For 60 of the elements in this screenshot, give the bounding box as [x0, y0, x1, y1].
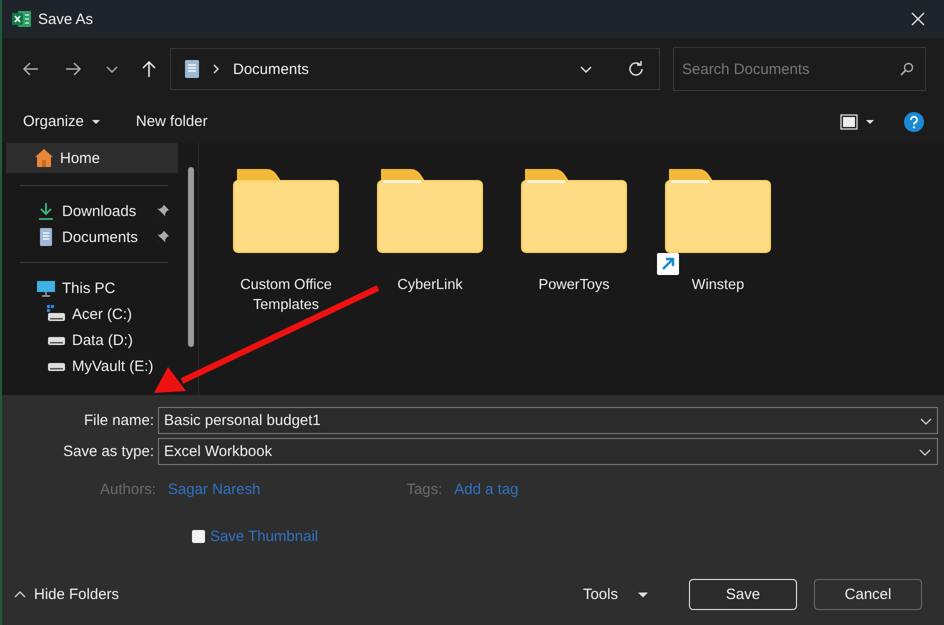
forward-arrow-icon: [64, 60, 82, 78]
hide-folders-button[interactable]: Hide Folders: [14, 586, 120, 603]
field-label: Save as type:: [62, 443, 155, 460]
preview-pane-icon: [840, 112, 858, 130]
address-bar[interactable]: Documents: [170, 48, 660, 90]
folder-name[interactable]: Winstep: [653, 275, 783, 295]
file-type-dropdown[interactable]: Excel Workbook: [158, 438, 938, 465]
scrollbar-thumb[interactable]: [188, 167, 194, 347]
caret-icon: [866, 118, 874, 126]
sidebar-label: Acer (C:): [72, 306, 132, 322]
home-icon: [34, 148, 54, 168]
chevron-right-icon: [211, 64, 221, 74]
help-icon: [904, 112, 924, 132]
caret-icon: [92, 118, 100, 126]
authors-label: Authors:: [100, 481, 156, 498]
sidebar-item[interactable]: Data (D:): [6, 327, 178, 353]
close-icon: [910, 11, 926, 27]
search-icon: [900, 62, 914, 76]
checkbox[interactable]: [192, 530, 205, 543]
up-arrow-icon: [140, 60, 158, 78]
help-button[interactable]: [904, 112, 924, 132]
sidebar-item[interactable]: Documents: [6, 224, 178, 250]
drive-icon: [46, 304, 66, 324]
tools-button[interactable]: Tools: [582, 586, 648, 603]
caret-icon: [638, 590, 648, 600]
file-name-field[interactable]: Basic personal budget1: [158, 407, 938, 434]
sidebar-item[interactable]: This PC: [6, 275, 178, 301]
folder-icon[interactable]: [233, 169, 339, 253]
folder-icon[interactable]: [665, 169, 771, 253]
back-arrow-icon: [22, 60, 40, 78]
tags-label: Tags:: [406, 481, 442, 498]
sidebar-label: Home: [60, 150, 100, 166]
folder-name[interactable]: Custom Office Templates: [221, 275, 351, 315]
folder-icon[interactable]: [521, 169, 627, 253]
view-button[interactable]: [840, 112, 874, 130]
window-title: Save As: [38, 10, 94, 28]
sidebar-item[interactable]: Acer (C:): [6, 301, 178, 327]
document-icon: [185, 60, 199, 78]
sidebar-item[interactable]: Downloads: [6, 198, 178, 224]
excel-icon: [12, 10, 32, 28]
sidebar-label: Data (D:): [72, 332, 133, 348]
folder-name[interactable]: CyberLink: [365, 275, 495, 295]
field-label: File name:: [82, 412, 155, 429]
sidebar-label: This PC: [62, 280, 116, 296]
save-button[interactable]: Save: [689, 579, 797, 610]
sidebar-item[interactable]: MyVault (E:): [6, 353, 178, 379]
sidebar-label: Downloads: [62, 202, 136, 220]
sidebar-label: Documents: [62, 228, 138, 246]
new-folder-button[interactable]: New folder: [136, 113, 208, 130]
search-field[interactable]: Search Documents: [673, 47, 926, 91]
sidebar-item[interactable]: Home: [6, 143, 178, 173]
refresh-icon[interactable]: [627, 60, 645, 78]
download-icon: [36, 201, 56, 221]
folder-icon[interactable]: [377, 169, 483, 253]
organize-button[interactable]: Organize: [23, 113, 100, 130]
monitor-icon: [36, 278, 56, 298]
cancel-button[interactable]: Cancel: [814, 579, 922, 610]
sidebar-label: MyVault (E:): [72, 358, 154, 374]
path-text: Documents: [233, 60, 309, 78]
folder-name[interactable]: PowerToys: [509, 275, 639, 295]
